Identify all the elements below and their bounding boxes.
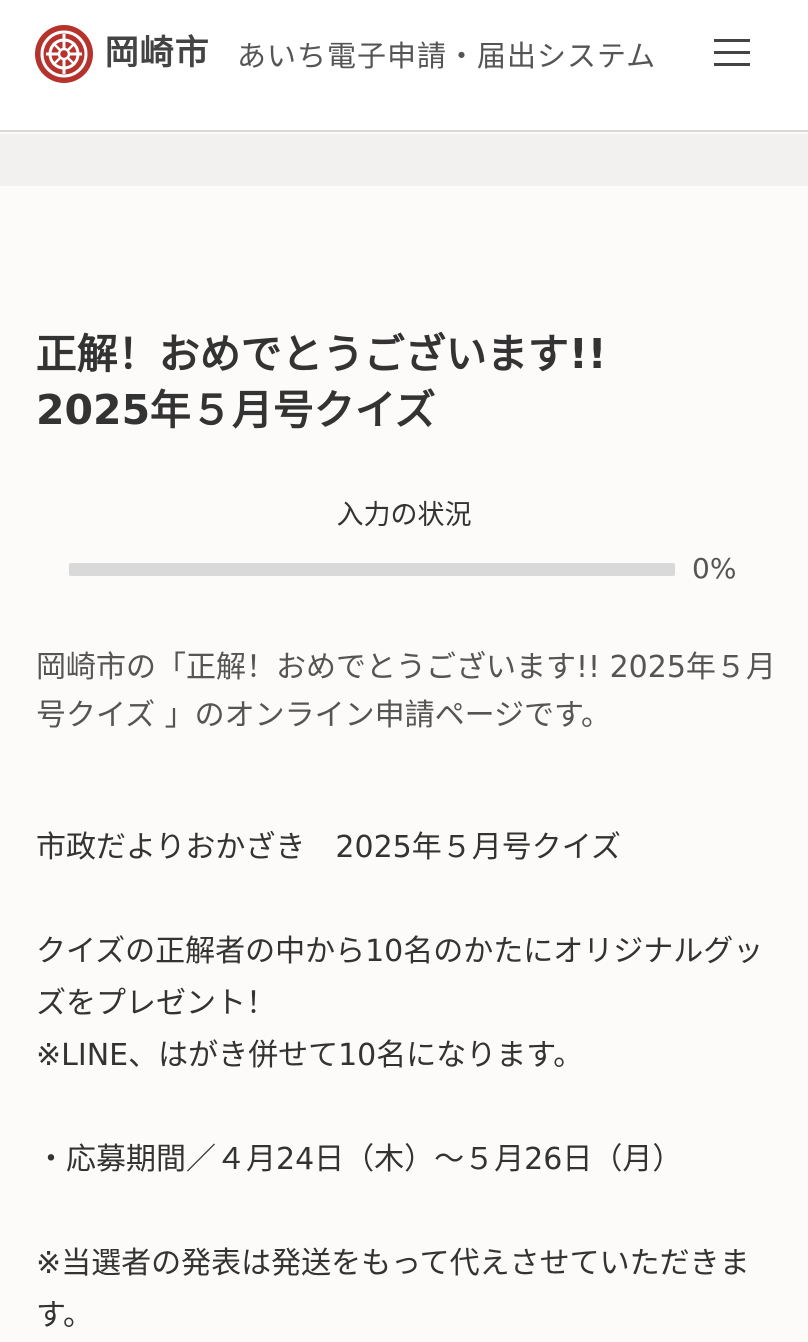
page-title: 正解！おめでとうございます!! 2025年５月号クイズ [36,326,776,438]
application-period-text: ・応募期間／４月24日（木）～５月26日（月） [36,1142,683,1177]
intro-text: 岡崎市の「正解！おめでとうございます!! 2025年５月号クイズ 」のオンライン… [36,650,776,733]
system-title: あいち電子申請・届出システム [237,39,657,73]
hamburger-menu-icon[interactable] [712,36,752,70]
winner-announcement-note: ※当選者の発表は発送をもって代えさせていただきます。 [36,1246,750,1333]
progress-bar [69,563,675,576]
page-title-line1: 正解！おめでとうございます!! [36,330,607,378]
page-title-line2: 2025年５月号クイズ [36,386,436,434]
main-content: 正解！おめでとうございます!! 2025年５月号クイズ 入力の状況 0% 岡崎市… [0,186,808,1340]
header-divider-band [0,134,808,186]
city-logo-text[interactable]: 岡崎市 [105,33,210,73]
okazaki-city-emblem-icon[interactable] [34,24,94,84]
quiz-title-text: 市政だよりおかざき 2025年５月号クイズ [36,830,621,865]
progress-percentage: 0% [692,552,737,585]
prize-text: クイズの正解者の中から10名のかたにオリジナルグッズをプレゼント！ [36,934,764,1021]
header: 岡崎市 あいち電子申請・届出システム [0,0,808,132]
progress-label: 入力の状況 [336,500,472,531]
prize-note-text: ※LINE、はがき併せて10名になります。 [36,1038,584,1073]
